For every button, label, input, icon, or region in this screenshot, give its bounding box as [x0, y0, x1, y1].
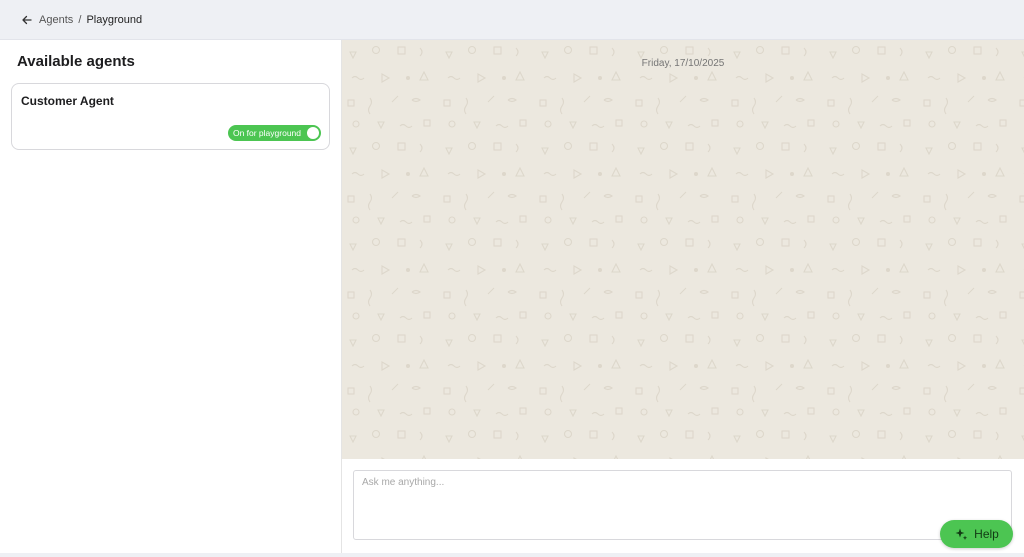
- chat-area: Friday, 17/10/2025: [342, 40, 1024, 459]
- agent-card-customer-agent[interactable]: Customer Agent On for playground: [11, 83, 330, 150]
- bottom-strip: [0, 553, 1024, 557]
- sparkle-icon: [955, 528, 968, 540]
- breadcrumb-agents-link[interactable]: Agents: [39, 14, 73, 26]
- toggle-label: On for playground: [232, 128, 301, 138]
- breadcrumb-separator: /: [78, 14, 82, 26]
- date-label: Friday, 17/10/2025: [641, 58, 725, 69]
- breadcrumb: Agents / Playground: [39, 14, 142, 26]
- back-button[interactable]: [19, 12, 35, 28]
- agents-sidebar: Available agents Customer Agent On for p…: [0, 40, 342, 553]
- chat-background-pattern: [342, 40, 1024, 459]
- help-button[interactable]: Help: [940, 520, 1013, 548]
- arrow-left-icon: [22, 15, 32, 25]
- help-label: Help: [974, 527, 999, 541]
- playground-toggle[interactable]: On for playground: [227, 125, 321, 141]
- breadcrumb-current: Playground: [86, 14, 143, 26]
- composer-area: [342, 459, 1024, 553]
- message-input[interactable]: [353, 470, 1012, 540]
- top-bar: Agents / Playground: [0, 0, 1024, 40]
- toggle-knob: [307, 127, 319, 139]
- sidebar-title: Available agents: [17, 53, 135, 70]
- agent-name: Customer Agent: [21, 94, 114, 108]
